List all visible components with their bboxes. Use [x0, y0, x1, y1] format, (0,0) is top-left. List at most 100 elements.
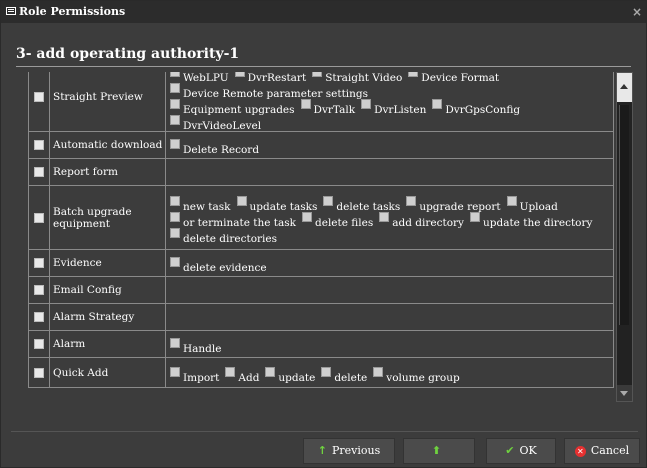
permission-label: Straight Video [325, 72, 403, 84]
permission-checkbox[interactable] [265, 366, 276, 377]
row-checkbox-cell [28, 158, 50, 186]
permission-label: WebLPU [183, 72, 229, 84]
check-icon: ✔ [505, 444, 515, 457]
ok-label: OK [519, 444, 537, 457]
row-checkbox[interactable] [34, 285, 44, 295]
permission-checkbox[interactable] [234, 72, 245, 77]
permission-item[interactable]: DvrGpsConfig [432, 97, 520, 116]
permission-checkbox[interactable] [170, 83, 180, 93]
table-row: Email Config [28, 276, 614, 304]
close-icon[interactable]: × [632, 1, 642, 23]
table-row: Report form [28, 158, 614, 186]
row-checkbox-cell [28, 276, 50, 304]
permission-list: delete evidence [165, 249, 614, 277]
permission-item[interactable]: update [265, 365, 315, 384]
permission-checkbox[interactable] [236, 195, 247, 206]
arrow-up-icon: ↑ [317, 444, 327, 457]
permission-checkbox[interactable] [312, 72, 323, 77]
table-row: Straight Preview WebLPU DvrRestart Straight… [28, 72, 614, 132]
permission-item[interactable]: WebLPU [170, 72, 229, 84]
row-checkbox[interactable] [34, 367, 44, 378]
row-checkbox[interactable] [34, 92, 44, 102]
permission-item[interactable]: Straight Video [312, 72, 403, 84]
permission-checkbox[interactable] [323, 195, 334, 206]
permission-label: update tasks [249, 200, 318, 213]
table-row: Evidence delete evidence [28, 249, 614, 277]
permission-list: new task update tasks delete tasks upgrade … [165, 185, 614, 250]
permission-checkbox[interactable] [225, 366, 236, 377]
permission-line: WebLPU DvrRestart Straight Video Device For… [170, 72, 609, 100]
permission-line: Import Add update delete volume group [170, 365, 609, 384]
row-checkbox[interactable] [34, 312, 44, 322]
cancel-button[interactable]: ✕ Cancel [564, 438, 640, 464]
permission-checkbox[interactable] [170, 99, 180, 109]
row-checkbox-cell [28, 185, 50, 250]
permission-item[interactable]: volume group [373, 365, 460, 384]
permissions-table-viewport: Straight Preview WebLPU DvrRestart Straight… [28, 72, 614, 402]
module-name: Evidence [49, 249, 166, 277]
table-row: Alarm Handle [28, 330, 614, 358]
permission-checkbox[interactable] [408, 72, 419, 77]
permission-checkbox[interactable] [506, 195, 517, 206]
permission-checkbox[interactable] [170, 338, 180, 348]
permission-checkbox[interactable] [170, 72, 180, 77]
permission-item[interactable]: delete evidence [170, 255, 267, 274]
permission-label: delete evidence [183, 262, 267, 274]
footer-divider [11, 431, 638, 432]
permission-label: Handle [183, 343, 222, 355]
permission-checkbox[interactable] [373, 366, 384, 377]
permission-label: or terminate the task [183, 216, 297, 229]
scroll-up-icon[interactable] [617, 73, 632, 102]
row-checkbox[interactable] [34, 140, 44, 150]
ok-button[interactable]: ✔ OK [486, 438, 556, 464]
permission-item[interactable]: Device Format [408, 72, 499, 84]
permission-label: Device Remote parameter settings [183, 88, 369, 100]
permission-label: DvrTalk [313, 104, 356, 116]
permission-item[interactable]: DvrListen [361, 97, 426, 116]
row-checkbox[interactable] [34, 167, 44, 177]
permission-checkbox[interactable] [302, 211, 313, 222]
permission-checkbox[interactable] [170, 366, 180, 377]
previous-button[interactable]: ↑ Previous [303, 438, 395, 464]
permission-checkbox[interactable] [170, 227, 180, 238]
row-checkbox[interactable] [34, 258, 44, 268]
permission-line: Handle [170, 336, 609, 355]
permission-item[interactable]: DvrRestart [234, 72, 306, 84]
permission-checkbox[interactable] [170, 195, 180, 206]
permission-checkbox[interactable] [300, 99, 311, 109]
permission-item[interactable]: Upload [506, 194, 558, 213]
vertical-scrollbar[interactable] [616, 72, 633, 402]
permission-checkbox[interactable] [170, 257, 180, 267]
permission-checkbox[interactable] [170, 115, 180, 125]
permission-label: new task [183, 200, 231, 213]
permission-item[interactable]: delete [321, 365, 367, 384]
permission-checkbox[interactable] [170, 139, 180, 149]
permission-checkbox[interactable] [470, 211, 480, 222]
window-title: Role Permissions [19, 5, 126, 18]
row-checkbox-cell [28, 249, 50, 277]
permission-item[interactable]: update tasks [236, 194, 318, 213]
permission-checkbox[interactable] [170, 211, 180, 222]
permission-label: volume group [386, 371, 460, 384]
permission-item[interactable]: upgrade report [406, 194, 501, 213]
permission-item[interactable]: Handle [170, 336, 222, 355]
permission-item[interactable]: delete tasks [323, 194, 400, 213]
next-button[interactable]: ⬆ [403, 438, 475, 464]
scroll-thumb[interactable] [619, 105, 629, 325]
permission-checkbox[interactable] [432, 99, 443, 109]
row-checkbox[interactable] [34, 339, 44, 349]
permission-item[interactable]: Delete Record [170, 137, 259, 156]
row-checkbox[interactable] [34, 212, 44, 223]
permission-item[interactable]: new task [170, 194, 231, 213]
scroll-down-icon[interactable] [617, 385, 632, 401]
permission-checkbox[interactable] [406, 195, 417, 206]
module-name: Alarm Strategy [49, 303, 166, 331]
permission-item[interactable]: Import [170, 365, 219, 384]
module-name: Straight Preview [49, 72, 166, 132]
permission-checkbox[interactable] [379, 211, 390, 222]
module-name: Email Config [49, 276, 166, 304]
permission-checkbox[interactable] [361, 99, 372, 109]
module-name: Report form [49, 158, 166, 186]
permission-checkbox[interactable] [321, 366, 332, 377]
permission-item[interactable]: Add [225, 365, 259, 384]
